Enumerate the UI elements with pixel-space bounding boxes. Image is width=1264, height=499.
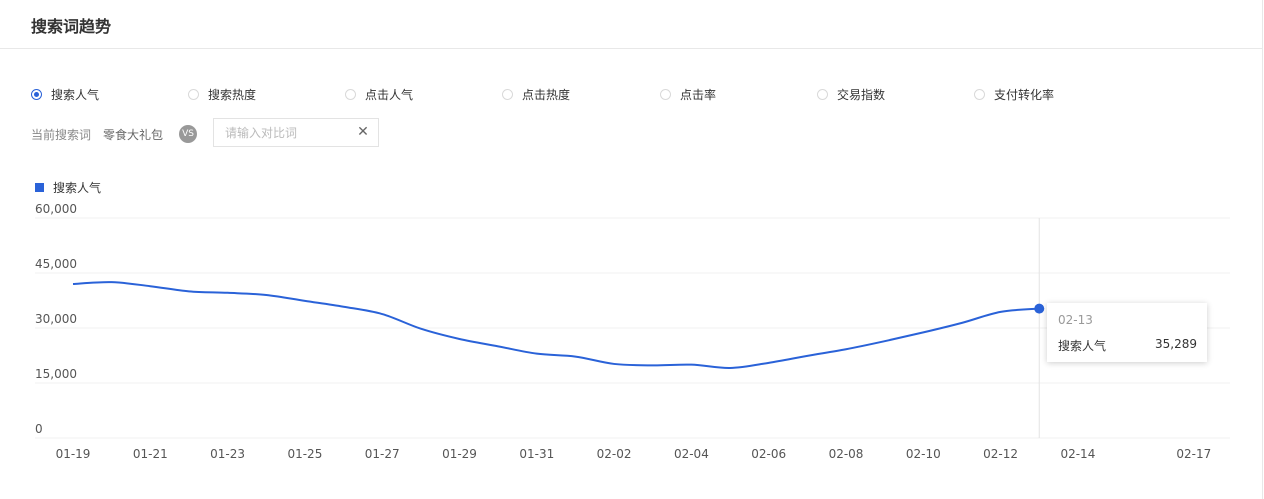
radio-icon[interactable]	[345, 88, 356, 100]
tooltip-series-name: 搜索人气	[1058, 339, 1107, 353]
x-tick-label: 01-25	[287, 447, 322, 461]
y-tick-label: 45,000	[35, 257, 77, 271]
series-line	[72, 281, 1040, 369]
y-axis-ticks: 0 15,000 30,000 45,000 60,000	[35, 202, 77, 436]
compare-row: 当前搜索词 零食大礼包 VS ✕	[31, 118, 431, 149]
panel-header: 搜索词趋势	[0, 0, 1263, 49]
y-tick-label: 60,000	[35, 202, 77, 216]
radio-icon[interactable]	[817, 88, 828, 100]
metric-option-pay-conversion[interactable]: 支付转化率	[974, 84, 1054, 104]
metric-label: 交易指数	[837, 87, 886, 102]
radio-icon[interactable]	[502, 88, 513, 100]
page-title: 搜索词趋势	[31, 17, 112, 36]
tooltip-value: 35,289	[1155, 337, 1197, 351]
metric-option-click-popularity[interactable]: 点击人气	[345, 84, 413, 104]
panel-border	[1262, 0, 1263, 499]
current-term-label: 当前搜索词	[31, 128, 92, 142]
x-tick-label: 01-31	[519, 447, 554, 461]
x-tick-label: 01-23	[210, 447, 245, 461]
x-axis-ticks: 01-19 01-21 01-23 01-25 01-27 01-29 01-31 02-02…	[56, 447, 1212, 461]
metric-label: 点击人气	[365, 87, 414, 102]
metric-option-click-rate[interactable]: 点击率	[660, 84, 716, 104]
hover-point	[1034, 303, 1045, 314]
x-tick-label: 02-17	[1176, 447, 1211, 461]
metric-option-search-popularity[interactable]: 搜索人气	[31, 84, 99, 104]
radio-icon[interactable]	[31, 88, 42, 100]
x-tick-label: 02-06	[751, 447, 786, 461]
legend-swatch	[35, 183, 44, 192]
metric-option-search-heat[interactable]: 搜索热度	[188, 84, 256, 104]
metric-label: 点击热度	[522, 87, 571, 102]
radio-icon[interactable]	[660, 88, 671, 100]
x-tick-label: 02-04	[674, 447, 709, 461]
x-tick-label: 01-21	[133, 447, 168, 461]
metric-option-trade-index[interactable]: 交易指数	[817, 84, 885, 104]
chart-legend[interactable]: 搜索人气	[35, 179, 101, 196]
current-term: 零食大礼包	[103, 128, 164, 142]
x-tick-label: 01-27	[365, 447, 400, 461]
metric-label: 搜索人气	[51, 87, 100, 102]
metric-option-click-heat[interactable]: 点击热度	[502, 84, 570, 104]
y-tick-label: 0	[35, 422, 43, 436]
close-icon[interactable]: ✕	[355, 124, 371, 140]
x-tick-label: 02-12	[983, 447, 1018, 461]
tooltip-date: 02-13	[1058, 313, 1093, 327]
metric-label: 点击率	[680, 87, 717, 102]
legend-label: 搜索人气	[53, 181, 102, 195]
metric-radio-group: 搜索人气 搜索热度 点击人气 点击热度 点击率 交易指数 支付转化率	[0, 84, 1262, 104]
metric-label: 支付转化率	[994, 87, 1055, 102]
chart-tooltip: 02-13 搜索人气 35,289	[1047, 303, 1207, 362]
x-tick-label: 01-29	[442, 447, 477, 461]
y-tick-label: 30,000	[35, 312, 77, 326]
vs-badge: VS	[179, 125, 197, 143]
x-tick-label: 02-10	[906, 447, 941, 461]
radio-icon[interactable]	[188, 88, 199, 100]
y-tick-label: 15,000	[35, 367, 77, 381]
radio-icon[interactable]	[974, 88, 985, 100]
x-tick-label: 01-19	[56, 447, 91, 461]
x-tick-label: 02-08	[829, 447, 864, 461]
x-tick-label: 02-02	[597, 447, 632, 461]
x-tick-label: 02-14	[1060, 447, 1095, 461]
metric-label: 搜索热度	[208, 87, 257, 102]
